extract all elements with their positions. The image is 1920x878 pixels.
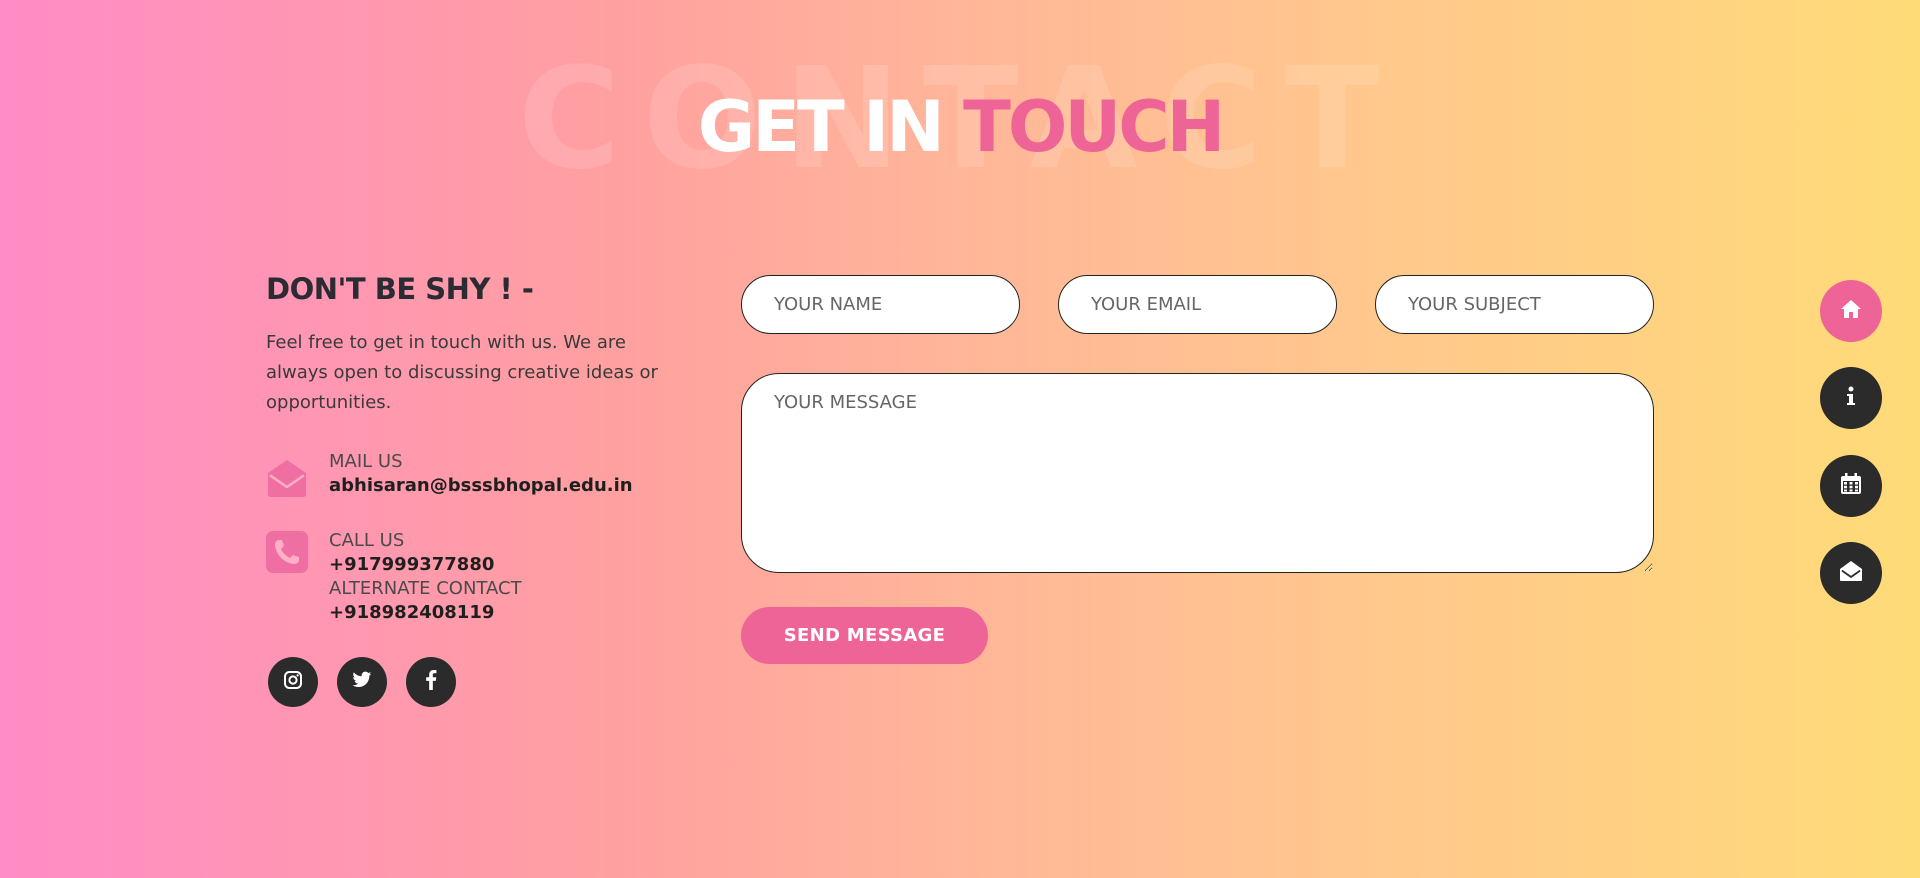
facebook-icon xyxy=(425,670,437,694)
nav-calendar-button[interactable] xyxy=(1820,455,1882,517)
subject-input[interactable] xyxy=(1375,275,1654,334)
instagram-icon xyxy=(283,670,303,694)
mail-label: MAIL US xyxy=(329,451,403,472)
intro-text: Feel free to get in touch with us. We ar… xyxy=(266,332,658,413)
twitter-button[interactable] xyxy=(337,657,387,707)
email-input[interactable] xyxy=(1058,275,1337,334)
call-label: CALL US xyxy=(329,530,405,551)
phone-icon xyxy=(266,531,308,573)
page-title: GET IN TOUCH xyxy=(0,92,1920,162)
phone-text: CALL US +917999377880 ALTERNATE CONTACT … xyxy=(329,529,522,625)
calendar-icon xyxy=(1840,473,1862,499)
alternate-label: ALTERNATE CONTACT xyxy=(329,578,522,599)
send-message-button[interactable]: SEND MESSAGE xyxy=(741,607,988,664)
alternate-phone-number[interactable]: +918982408119 xyxy=(329,601,522,625)
nav-home-button[interactable] xyxy=(1820,280,1882,342)
mail-text: MAIL US abhisaran@bsssbhopal.edu.in xyxy=(329,450,633,498)
title-part-2: TOUCH xyxy=(963,86,1225,168)
info-icon xyxy=(1846,386,1856,410)
nav-contact-button[interactable] xyxy=(1820,542,1882,604)
envelope-open-icon xyxy=(266,456,308,498)
mail-address[interactable]: abhisaran@bsssbhopal.edu.in xyxy=(329,474,633,498)
facebook-button[interactable] xyxy=(406,657,456,707)
title-part-1: GET IN xyxy=(697,86,945,168)
home-icon xyxy=(1840,299,1862,323)
message-textarea[interactable] xyxy=(741,373,1654,573)
twitter-icon xyxy=(352,671,372,693)
nav-about-button[interactable] xyxy=(1820,367,1882,429)
intro-title: DON'T BE SHY ! - xyxy=(266,272,534,306)
contact-info-panel: DON'T BE SHY ! - Feel free to get in tou… xyxy=(266,272,686,707)
phone-number[interactable]: +917999377880 xyxy=(329,553,522,577)
instagram-button[interactable] xyxy=(268,657,318,707)
name-input[interactable] xyxy=(741,275,1020,334)
envelope-open-icon xyxy=(1839,560,1863,586)
